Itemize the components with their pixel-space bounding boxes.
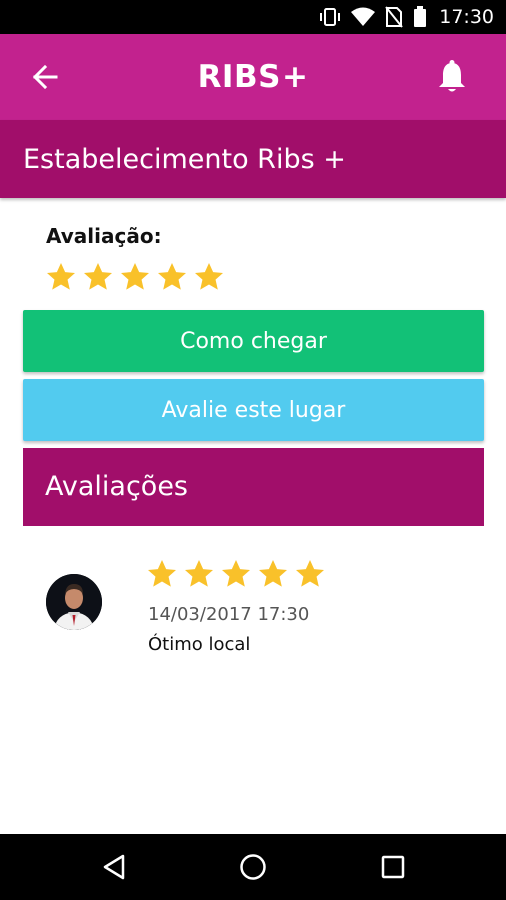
logo-text: RIBS	[197, 59, 281, 95]
star-icon	[185, 560, 213, 587]
system-nav-bar	[0, 834, 506, 900]
star-icon	[195, 263, 223, 290]
nav-home-icon	[240, 854, 266, 880]
logo-plus: +	[281, 59, 309, 95]
nav-recents-icon	[381, 855, 405, 879]
star-icon	[84, 263, 112, 290]
nav-home-button[interactable]	[233, 847, 273, 887]
star-icon	[296, 560, 324, 587]
user-avatar-icon	[46, 574, 102, 630]
establishment-title-bar: Estabelecimento Ribs +	[0, 120, 506, 198]
star-icon	[121, 263, 149, 290]
status-time: 17:30	[439, 6, 494, 28]
nav-back-icon	[103, 854, 125, 880]
wifi-icon	[351, 7, 376, 27]
vibrate-icon	[319, 6, 341, 28]
app-bar: RIBS +	[0, 34, 506, 120]
star-icon	[47, 263, 75, 290]
nav-back-button[interactable]	[94, 847, 134, 887]
nav-recents-button[interactable]	[373, 847, 413, 887]
star-icon	[148, 560, 176, 587]
page-title: Estabelecimento Ribs +	[23, 144, 346, 175]
rate-place-button[interactable]: Avalie este lugar	[23, 379, 484, 441]
star-icon	[222, 560, 250, 587]
reviews-header: Avaliações	[23, 448, 484, 526]
review-comment: Ótimo local	[148, 634, 251, 655]
battery-icon	[413, 6, 427, 28]
status-bar: 17:30	[0, 0, 506, 34]
directions-button[interactable]: Como chegar	[23, 310, 484, 372]
bell-icon	[439, 60, 465, 92]
app-logo: RIBS +	[0, 34, 506, 120]
star-icon	[259, 560, 287, 587]
star-icon	[158, 263, 186, 290]
avatar	[46, 574, 102, 630]
review-item: 14/03/2017 17:30 Ótimo local	[0, 550, 506, 670]
notifications-button[interactable]	[434, 58, 470, 96]
no-sim-icon	[385, 6, 404, 28]
rating-label: Avaliação:	[46, 224, 162, 248]
rating-stars	[45, 261, 225, 293]
reviews-header-label: Avaliações	[45, 471, 189, 502]
review-date: 14/03/2017 17:30	[148, 604, 310, 625]
review-stars	[146, 558, 326, 590]
